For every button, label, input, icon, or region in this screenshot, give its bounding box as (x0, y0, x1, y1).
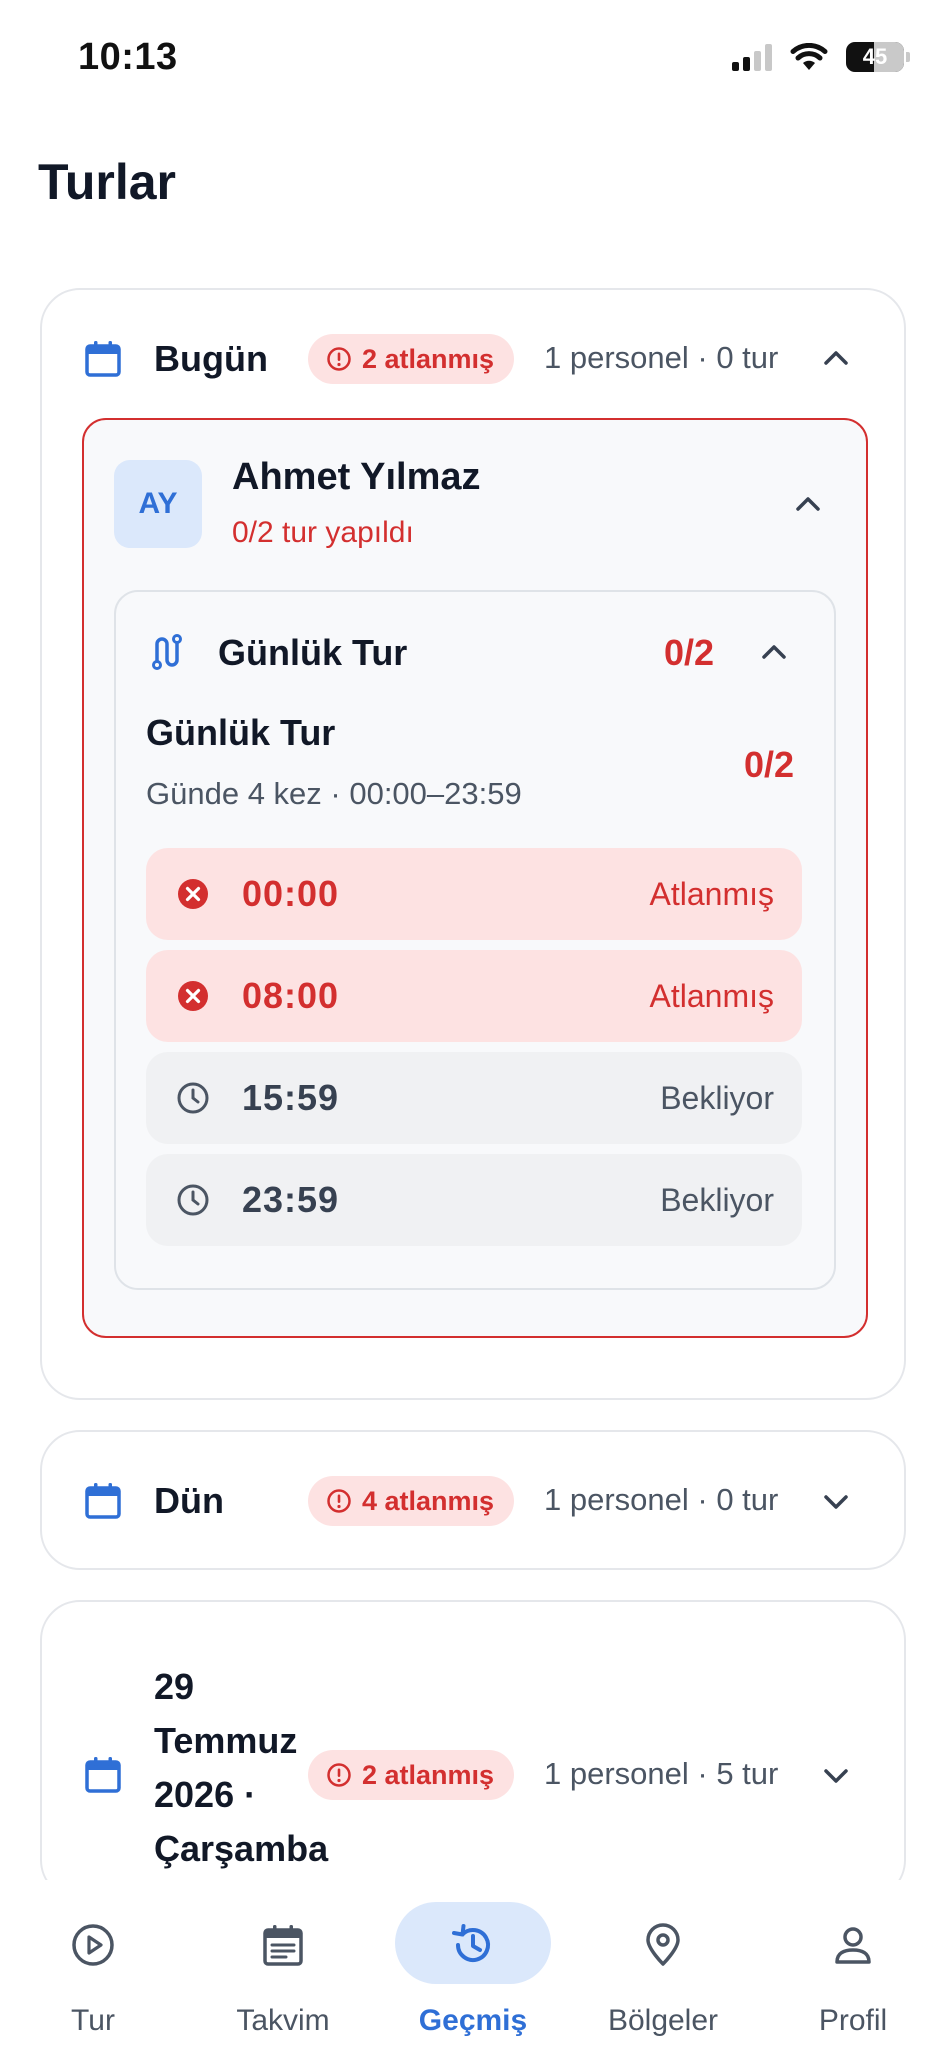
bottom-nav: Tur Takvim Geçmiş Bölgeler Profil (0, 1880, 946, 2048)
day-card-date[interactable]: 29 Temmuz 2026 · Çarşamba 2 atlanmış 1 p… (40, 1600, 906, 1900)
avatar: AY (114, 460, 202, 548)
chevron-up-icon[interactable] (756, 634, 792, 670)
nav-label: Takvim (236, 2004, 330, 2037)
calendar-icon (85, 1757, 121, 1793)
nav-item-takvim[interactable]: Takvim (198, 1880, 368, 2048)
battery-level: 45 (862, 44, 888, 69)
day-card-today: Bugün 2 atlanmış 1 personel · 0 tur AY A… (40, 288, 906, 1400)
chevron-down-icon[interactable] (818, 1758, 854, 1794)
nav-item-profil[interactable]: Profil (768, 1880, 938, 2048)
tour-card: Günlük Tur 0/2 Günlük Tur Günde 4 kez · … (114, 590, 836, 1290)
day-meta: 1 personel · 0 tur (544, 340, 779, 375)
nav-item-tur[interactable]: Tur (8, 1880, 178, 2048)
nav-label: Profil (818, 2004, 888, 2037)
missed-badge-text: 2 atlanmış (362, 343, 495, 374)
nav-label: Geçmiş (418, 2004, 528, 2037)
calendar-icon (85, 341, 121, 377)
alert-circle-icon (327, 1489, 351, 1513)
chevron-up-icon[interactable] (790, 486, 826, 522)
alert-circle-icon (327, 347, 351, 371)
slot-status: Bekliyor (660, 1079, 774, 1116)
play-circle-icon (72, 1924, 114, 1966)
nav-label: Tur (71, 2004, 115, 2037)
tour-title: Günlük Tur (218, 632, 408, 673)
route-icon (152, 634, 182, 670)
slot-time: 15:59 (242, 1077, 340, 1118)
slot-row: 08:00 Atlanmış (146, 950, 802, 1042)
clock-icon (177, 1184, 209, 1216)
day-label: 29 Temmuz 2026 · Çarşamba (154, 1666, 329, 1869)
schedule-count: 0/2 (744, 744, 795, 785)
tour-count: 0/2 (664, 632, 715, 673)
day-label: Bugün (154, 338, 268, 379)
day-header-yesterday[interactable]: Dün 4 atlanmış 1 personel · 0 tur (42, 1472, 904, 1530)
schedule-subtitle: Günde 4 kez · 00:00–23:59 (146, 776, 522, 811)
person-icon (835, 1927, 871, 1964)
missed-badge: 2 atlanmış (308, 1750, 515, 1800)
status-icons: 45 (732, 42, 910, 72)
calendar-icon (85, 1483, 121, 1519)
day-header-today[interactable]: Bugün 2 atlanmış 1 personel · 0 tur (42, 330, 904, 388)
slot-status: Atlanmış (649, 977, 774, 1014)
slot-time: 08:00 (242, 975, 340, 1016)
battery-icon: 45 (846, 42, 910, 72)
calendar-list-icon (263, 1925, 303, 1966)
alert-circle-icon (327, 1763, 351, 1787)
history-icon (452, 1924, 490, 1962)
nav-label: Bölgeler (607, 2004, 719, 2037)
day-card-yesterday[interactable]: Dün 4 atlanmış 1 personel · 0 tur (40, 1430, 906, 1570)
status-time: 10:13 (78, 36, 178, 78)
slot-status: Bekliyor (660, 1181, 774, 1218)
person-name: Ahmet Yılmaz (232, 456, 481, 498)
status-bar: 10:13 45 (0, 0, 946, 120)
slot-row: 23:59 Bekliyor (146, 1154, 802, 1246)
clock-icon (177, 1082, 209, 1114)
chevron-up-icon[interactable] (818, 340, 854, 376)
person-progress: 0/2 tur yapıldı (232, 516, 414, 549)
slot-status: Atlanmış (649, 875, 774, 912)
missed-badge: 2 atlanmış (308, 334, 515, 384)
cellular-signal-icon (732, 43, 772, 71)
missed-badge-text: 2 atlanmış (362, 1759, 495, 1790)
slot-time: 00:00 (242, 873, 340, 914)
day-meta: 1 personel · 0 tur (544, 1482, 779, 1517)
slot-row: 00:00 Atlanmış (146, 848, 802, 940)
missed-badge: 4 atlanmış (308, 1476, 515, 1526)
page-title: Turlar (38, 154, 176, 210)
nav-item-gecmis[interactable]: Geçmiş (388, 1880, 558, 2048)
day-label: Dün (154, 1480, 224, 1521)
nav-item-bolgeler[interactable]: Bölgeler (578, 1880, 748, 2048)
wifi-icon (790, 43, 828, 70)
person-card: AY Ahmet Yılmaz 0/2 tur yapıldı Günlük T… (82, 418, 868, 1338)
close-circle-icon (178, 879, 208, 909)
schedule-title: Günlük Tur (146, 712, 336, 753)
day-meta: 1 personel · 5 tur (544, 1756, 779, 1791)
missed-badge-text: 4 atlanmış (362, 1485, 495, 1516)
slot-time: 23:59 (242, 1179, 340, 1220)
slot-row: 15:59 Bekliyor (146, 1052, 802, 1144)
location-pin-icon (646, 1923, 680, 1966)
close-circle-icon (178, 981, 208, 1011)
chevron-down-icon[interactable] (818, 1484, 854, 1520)
